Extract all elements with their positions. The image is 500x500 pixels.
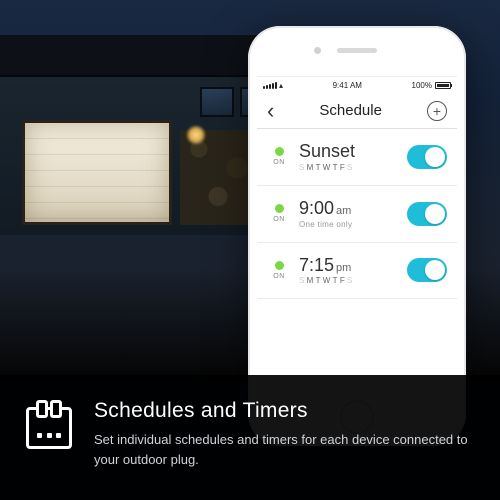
status-indicator: ON [263,261,295,280]
nav-bar: ‹ Schedule + [257,93,457,129]
toggle-switch[interactable] [407,202,447,226]
on-label: ON [263,273,295,280]
phone-speaker [337,48,377,53]
add-button[interactable]: + [427,101,447,121]
row-subtitle: SMTWTFS [299,163,407,172]
schedule-row[interactable]: ON9:00amOne time only [257,186,457,243]
phone-screen: ▴ 9:41 AM 100% ‹ Schedule + ONSunsetSMTW… [257,76,457,391]
row-subtitle: One time only [299,220,407,229]
back-button[interactable]: ‹ [267,98,274,124]
status-time: 9:41 AM [333,81,362,90]
schedule-row[interactable]: ONSunsetSMTWTFS [257,129,457,186]
caption-bar: Schedules and Timers Set individual sche… [0,375,500,500]
row-title: 9:00am [299,199,407,219]
caption-desc: Set individual schedules and timers for … [94,430,474,469]
status-indicator: ON [263,204,295,223]
row-title: Sunset [299,142,407,162]
on-label: ON [263,159,295,166]
calendar-icon [26,407,72,449]
row-info: SunsetSMTWTFS [295,142,407,172]
row-info: 7:15pmSMTWTFS [295,256,407,286]
toggle-switch[interactable] [407,145,447,169]
on-label: ON [263,216,295,223]
battery-icon [435,82,451,89]
page-title: Schedule [319,102,382,119]
schedule-row[interactable]: ON7:15pmSMTWTFS [257,243,457,300]
row-title: 7:15pm [299,256,407,276]
caption-title: Schedules and Timers [94,399,474,423]
row-subtitle: SMTWTFS [299,276,407,285]
status-bar: ▴ 9:41 AM 100% [257,77,457,93]
house-graphic [0,35,280,235]
row-info: 9:00amOne time only [295,199,407,229]
phone-camera [314,47,321,54]
battery-percent: 100% [412,81,432,90]
schedule-list: ONSunsetSMTWTFSON9:00amOne time onlyON7:… [257,129,457,299]
status-indicator: ON [263,147,295,166]
toggle-switch[interactable] [407,258,447,282]
wifi-icon: ▴ [279,81,283,90]
signal-icon [263,82,277,89]
